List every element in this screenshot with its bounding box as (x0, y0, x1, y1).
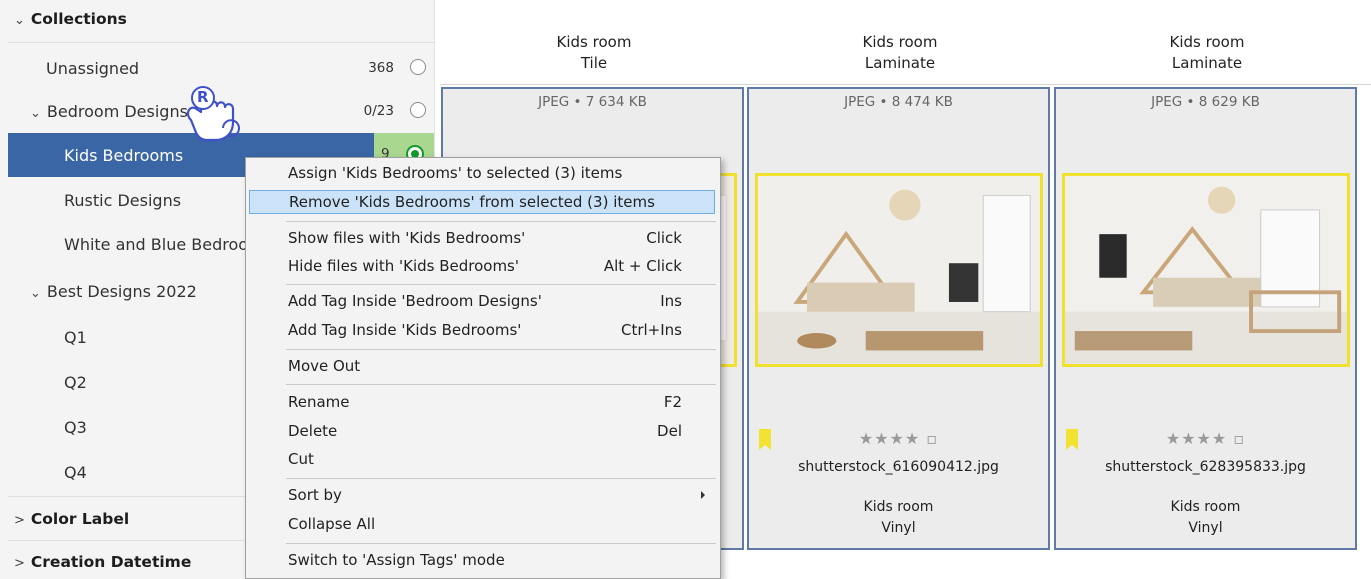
menu-item-label: Sort by (288, 486, 342, 504)
menu-item-show-files[interactable]: Show files with 'Kids Bedrooms' Click (249, 226, 715, 250)
thumbnail-image[interactable] (755, 173, 1043, 367)
color-label-label: Color Label (30, 510, 130, 528)
chevron-right-icon: > (14, 556, 25, 571)
menu-separator (286, 478, 716, 479)
thumbnail-card[interactable]: JPEG • 8 629 KB ★★★★ ▫ shutterstock_6283… (1054, 87, 1357, 550)
tree-item-label: Q2 (64, 373, 87, 392)
menu-item-hide-files[interactable]: Hide files with 'Kids Bedrooms' Alt + Cl… (249, 254, 715, 278)
tree-item-label-wrap: ⌄ Best Designs 2022 (30, 282, 197, 301)
card-subtitle-line1: Kids room (1170, 499, 1241, 515)
right-click-cursor-icon: R (183, 84, 247, 146)
tree-item-label-wrap: ⌄ Bedroom Designs (30, 102, 188, 121)
menu-item-shortcut: F2 (663, 393, 682, 411)
cursor-badge-label: R (197, 88, 209, 106)
column-title-line2: Laminate (1171, 54, 1243, 72)
menu-item-label: Switch to 'Assign Tags' mode (288, 551, 505, 569)
column-title: Kids room Laminate (750, 32, 1050, 74)
card-subtitle-line2: Vinyl (881, 520, 916, 536)
card-subtitle: Kids room Vinyl (1056, 497, 1355, 539)
menu-item-label: Delete (288, 422, 338, 440)
column-title-line1: Kids room (862, 33, 938, 51)
rating-stars[interactable]: ★★★★ ▫ (1056, 429, 1355, 448)
divider (8, 42, 434, 43)
chevron-down-icon: ⌄ (30, 286, 41, 301)
menu-item-cut[interactable]: Cut (249, 447, 715, 471)
submenu-arrow-icon (701, 491, 705, 499)
menu-item-label: Collapse All (288, 515, 376, 533)
color-label-section-header[interactable]: > Color Label (14, 510, 129, 528)
menu-separator (286, 221, 716, 222)
menu-item-assign[interactable]: Assign 'Kids Bedrooms' to selected (3) i… (249, 161, 715, 185)
tree-item-label: Rustic Designs (64, 191, 182, 210)
tree-item-label: Best Designs 2022 (46, 282, 197, 301)
menu-separator (286, 384, 716, 385)
chevron-down-icon: ⌄ (30, 106, 41, 121)
tree-item-label: Kids Bedrooms (64, 146, 184, 165)
menu-item-label: Remove 'Kids Bedrooms' from selected (3)… (289, 193, 655, 211)
creation-datetime-section-header[interactable]: > Creation Datetime (14, 553, 191, 571)
menu-item-shortcut: Ins (660, 292, 682, 310)
tree-item-label: Q3 (64, 418, 87, 437)
menu-item-collapse-all[interactable]: Collapse All (249, 512, 715, 536)
tree-item-label: Q1 (64, 328, 87, 347)
menu-item-add-tag-bedroom[interactable]: Add Tag Inside 'Bedroom Designs' Ins (249, 289, 715, 313)
column-title: Kids room Laminate (1057, 32, 1357, 74)
collections-section-header[interactable]: ⌄ Collections (14, 10, 127, 28)
assign-radio[interactable] (410, 102, 426, 118)
menu-item-label: Show files with 'Kids Bedrooms' (288, 229, 526, 247)
menu-separator (286, 349, 716, 350)
menu-item-label: Add Tag Inside 'Bedroom Designs' (288, 292, 542, 310)
column-title: Kids room Tile (444, 32, 744, 74)
menu-item-move-out[interactable]: Move Out (249, 354, 715, 378)
menu-item-rename[interactable]: Rename F2 (249, 390, 715, 414)
rating-stars[interactable]: ★★★★ ▫ (749, 429, 1048, 448)
menu-item-label: Assign 'Kids Bedrooms' to selected (3) i… (288, 164, 623, 182)
menu-item-remove[interactable]: Remove 'Kids Bedrooms' from selected (3)… (249, 190, 715, 214)
menu-item-shortcut: Alt + Click (603, 257, 682, 275)
card-subtitle: Kids room Vinyl (749, 497, 1048, 539)
card-subtitle-line1: Kids room (863, 499, 934, 515)
tree-item-label: White and Blue Bedroo (64, 235, 249, 254)
file-meta: JPEG • 7 634 KB (538, 94, 647, 110)
collections-label: Collections (30, 10, 127, 28)
chevron-right-icon: > (14, 513, 25, 528)
tree-item-label: Q4 (64, 463, 87, 482)
column-title-line2: Laminate (864, 54, 936, 72)
column-title-line1: Kids room (1169, 33, 1245, 51)
column-title-line1: Kids room (556, 33, 632, 51)
chevron-down-icon: ⌄ (14, 13, 25, 28)
file-meta: JPEG • 8 474 KB (844, 94, 953, 110)
menu-item-label: Add Tag Inside 'Kids Bedrooms' (288, 321, 522, 339)
menu-item-label: Rename (288, 393, 350, 411)
menu-item-label: Cut (288, 450, 314, 468)
file-name: shutterstock_628395833.jpg (1105, 459, 1306, 475)
tree-item-label: Bedroom Designs (46, 102, 188, 121)
menu-item-shortcut: Click (646, 229, 682, 247)
menu-separator (286, 284, 716, 285)
thumbnail-image[interactable] (1062, 173, 1350, 367)
menu-item-shortcut: Ctrl+Ins (620, 321, 682, 339)
context-menu: Assign 'Kids Bedrooms' to selected (3) i… (245, 157, 721, 579)
file-meta: JPEG • 8 629 KB (1151, 94, 1260, 110)
menu-item-shortcut: Del (657, 422, 682, 440)
menu-separator (286, 543, 716, 544)
item-count: 368 (368, 60, 394, 76)
assign-radio[interactable] (410, 59, 426, 75)
creation-datetime-label: Creation Datetime (30, 553, 192, 571)
file-name: shutterstock_616090412.jpg (798, 459, 999, 475)
menu-item-switch-mode[interactable]: Switch to 'Assign Tags' mode (249, 548, 715, 572)
menu-item-label: Move Out (288, 357, 361, 375)
thumbnail-card[interactable]: JPEG • 8 474 KB ★★★★ ▫ shutterstock_6160… (747, 87, 1050, 550)
menu-item-delete[interactable]: Delete Del (249, 419, 715, 443)
menu-item-add-tag-kids[interactable]: Add Tag Inside 'Kids Bedrooms' Ctrl+Ins (249, 318, 715, 342)
menu-item-label: Hide files with 'Kids Bedrooms' (288, 257, 519, 275)
item-count: 0/23 (363, 103, 394, 119)
card-subtitle-line2: Vinyl (1188, 520, 1223, 536)
divider (440, 84, 1371, 85)
menu-item-sort-by[interactable]: Sort by (249, 483, 715, 507)
column-title-line2: Tile (580, 54, 608, 72)
tree-item-label: Unassigned (46, 59, 140, 78)
